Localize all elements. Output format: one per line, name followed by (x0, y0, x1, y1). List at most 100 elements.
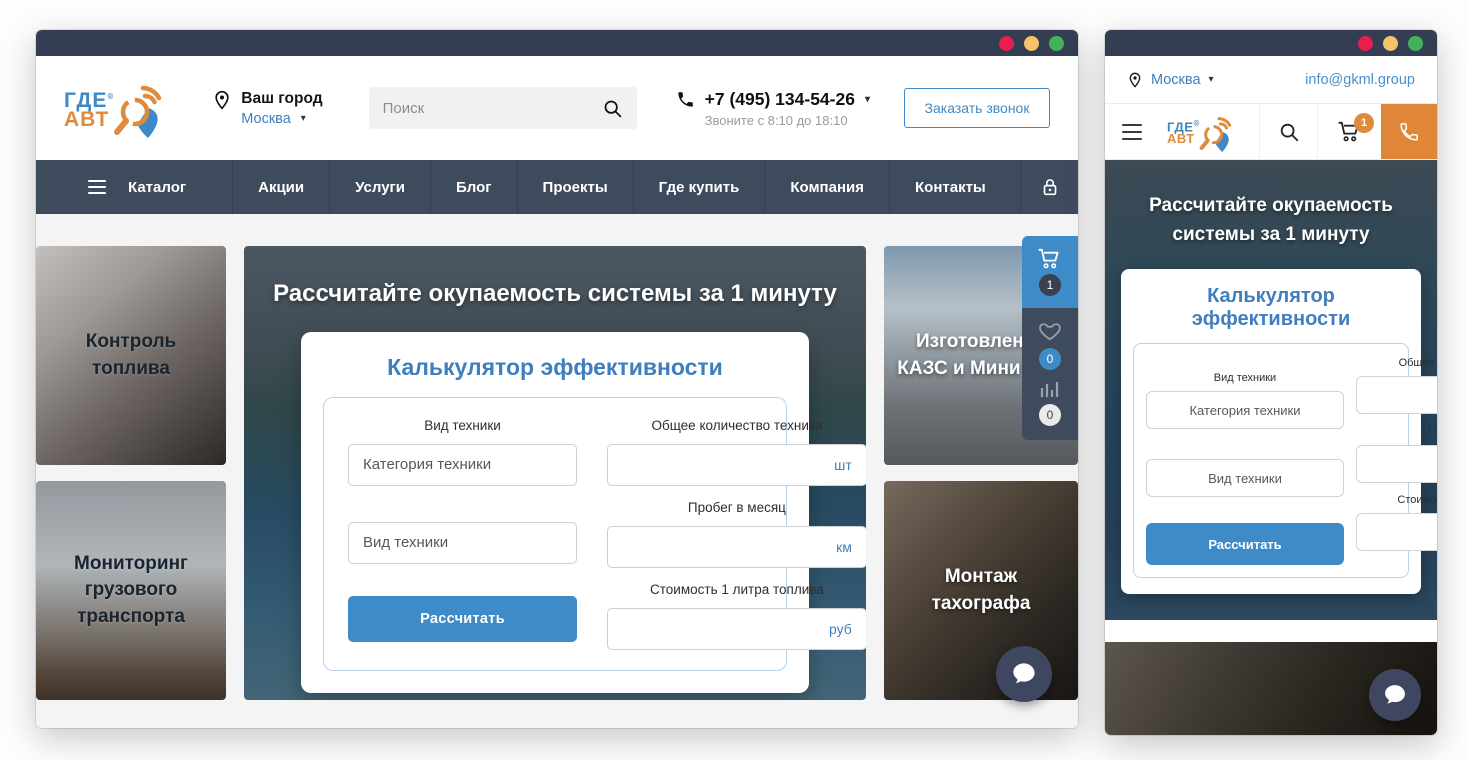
vehicle-kind-field (1146, 459, 1344, 497)
mileage-input[interactable] (622, 538, 828, 555)
vehicle-kind-field (348, 522, 577, 564)
desktop-browser-window: ГДЕ® АВТ Ваш город Москва ▾ (36, 30, 1078, 728)
calculate-button[interactable]: Рассчитать (348, 596, 577, 642)
nav-item-where-to-buy[interactable]: Где купить (633, 160, 765, 214)
tile-cargo-monitoring[interactable]: Мониторинг грузового транспорта (36, 481, 226, 700)
city-selector-label: Ваш город (241, 90, 322, 108)
favorites-count-badge: 0 (1039, 348, 1061, 370)
mobile-cart-count-badge: 1 (1354, 113, 1374, 133)
mobile-calculator-banner: Рассчитайте окупаемость системы за 1 мин… (1105, 160, 1437, 620)
bar-chart-icon (1038, 379, 1062, 399)
nav-item-services[interactable]: Услуги (329, 160, 430, 214)
mobile-menu-button[interactable] (1105, 104, 1159, 159)
nav-item-projects[interactable]: Проекты (517, 160, 633, 214)
search-icon (1278, 121, 1300, 143)
search-icon[interactable] (602, 98, 623, 119)
hamburger-icon (1122, 124, 1142, 126)
quantity-field: шт (1356, 376, 1437, 414)
window-control-close[interactable] (999, 36, 1014, 51)
heart-icon (1038, 320, 1063, 343)
phone-number: +7 (495) 134-54-26 (705, 89, 855, 110)
window-control-minimize[interactable] (1383, 36, 1398, 51)
calculator-form: Вид техники Рассчитать Общее количество … (1133, 343, 1409, 578)
banner-title: Рассчитайте окупаемость системы за 1 мин… (244, 280, 866, 308)
vehicle-kind-input[interactable] (363, 534, 562, 551)
nav-item-catalog[interactable]: Каталог (36, 160, 232, 214)
compare-count-badge: 0 (1039, 404, 1061, 426)
mileage-unit: км (836, 539, 852, 555)
calculator-title: Калькулятор эффективности (1133, 285, 1409, 331)
nav-item-promos[interactable]: Акции (232, 160, 329, 214)
fuel-price-label: Стоимость 1 литра топлива (607, 582, 866, 599)
nav-item-company[interactable]: Компания (764, 160, 889, 214)
vehicle-category-input[interactable] (1157, 403, 1333, 418)
city-selector: Ваш город Москва ▾ (212, 90, 322, 127)
cart-icon (1037, 248, 1063, 270)
chevron-down-icon[interactable]: ▾ (301, 113, 306, 124)
vehicle-kind-input[interactable] (1157, 471, 1333, 486)
fuel-price-field: руб (607, 608, 866, 650)
chat-bubble-icon (1381, 681, 1409, 709)
fuel-price-input[interactable] (622, 620, 821, 637)
search-bar (369, 87, 637, 129)
vehicle-category-field (1146, 391, 1344, 429)
quantity-unit: шт (834, 457, 852, 473)
mobile-city-value: Москва (1151, 72, 1201, 88)
calculator-title: Калькулятор эффективности (323, 354, 787, 381)
vehicle-type-label: Вид техники (348, 418, 577, 435)
quantity-input[interactable] (1367, 388, 1437, 403)
chevron-down-icon[interactable]: ▾ (865, 94, 870, 105)
mobile-cart-button[interactable]: 1 (1317, 104, 1381, 159)
logo-magnifier-pin-icon (110, 82, 164, 140)
left-tile-column: Контроль топлива Мониторинг грузового тр… (36, 246, 226, 728)
chat-bubble-icon (1009, 659, 1039, 689)
phone-number-row[interactable]: +7 (495) 134-54-26 ▾ (676, 89, 870, 110)
window-control-maximize[interactable] (1408, 36, 1423, 51)
cart-count-badge: 1 (1039, 274, 1061, 296)
compare-widget[interactable]: 0 (1038, 379, 1062, 426)
site-logo-text: ГДЕ® АВТ (1167, 118, 1200, 145)
hamburger-icon (88, 180, 106, 194)
location-pin-icon (212, 90, 232, 110)
chat-widget-button[interactable] (1369, 669, 1421, 721)
nav-item-label: Каталог (128, 179, 186, 196)
page-content: Контроль топлива Мониторинг грузового тр… (36, 214, 1078, 728)
cart-widget[interactable]: 1 (1022, 236, 1078, 308)
tile-fuel-control[interactable]: Контроль топлива (36, 246, 226, 465)
search-input[interactable] (383, 100, 602, 117)
mobile-site-logo[interactable]: ГДЕ® АВТ (1159, 104, 1241, 159)
window-control-close[interactable] (1358, 36, 1373, 51)
banner-title: Рассчитайте окупаемость системы за 1 мин… (1105, 192, 1437, 249)
callback-button[interactable]: Заказать звонок (904, 88, 1050, 128)
quantity-label: Общее количество техники (607, 418, 866, 435)
chat-widget-button[interactable] (996, 646, 1052, 702)
nav-login-lock[interactable] (1020, 160, 1078, 214)
contact-email-link[interactable]: info@gkml.group (1305, 72, 1415, 88)
mobile-city-selector[interactable]: Москва ▾ (1127, 72, 1214, 88)
vehicle-category-input[interactable] (363, 456, 562, 473)
window-control-minimize[interactable] (1024, 36, 1039, 51)
city-selector-value[interactable]: Москва (241, 111, 291, 127)
site-logo[interactable]: ГДЕ® АВТ (64, 76, 164, 140)
mileage-field: км (1356, 445, 1437, 483)
fuel-price-input[interactable] (1367, 524, 1437, 539)
mileage-input[interactable] (1367, 456, 1437, 471)
quantity-label: Общее количество техники (1356, 356, 1437, 370)
desktop-window-titlebar (36, 30, 1078, 56)
location-pin-icon (1127, 72, 1143, 88)
quantity-input[interactable] (622, 456, 826, 473)
mobile-topbar: Москва ▾ info@gkml.group (1105, 56, 1437, 104)
mobile-search-button[interactable] (1259, 104, 1317, 159)
main-navigation: Каталог Акции Услуги Блог Проекты Где ку… (36, 160, 1078, 214)
nav-item-blog[interactable]: Блог (430, 160, 517, 214)
mileage-label: Пробег в месяц (607, 500, 866, 517)
nav-item-contacts[interactable]: Контакты (889, 160, 1011, 214)
window-control-maximize[interactable] (1049, 36, 1064, 51)
header-phone: +7 (495) 134-54-26 ▾ Звоните с 8:10 до 1… (676, 89, 870, 128)
calculate-button[interactable]: Рассчитать (1146, 523, 1344, 565)
floating-side-panel: 1 0 0 (1022, 236, 1078, 440)
mileage-label: Пробег в месяц (1356, 424, 1437, 438)
favorites-widget[interactable]: 0 (1038, 320, 1063, 370)
mobile-call-button[interactable] (1381, 104, 1437, 159)
logo-magnifier-pin-icon (1197, 114, 1233, 154)
